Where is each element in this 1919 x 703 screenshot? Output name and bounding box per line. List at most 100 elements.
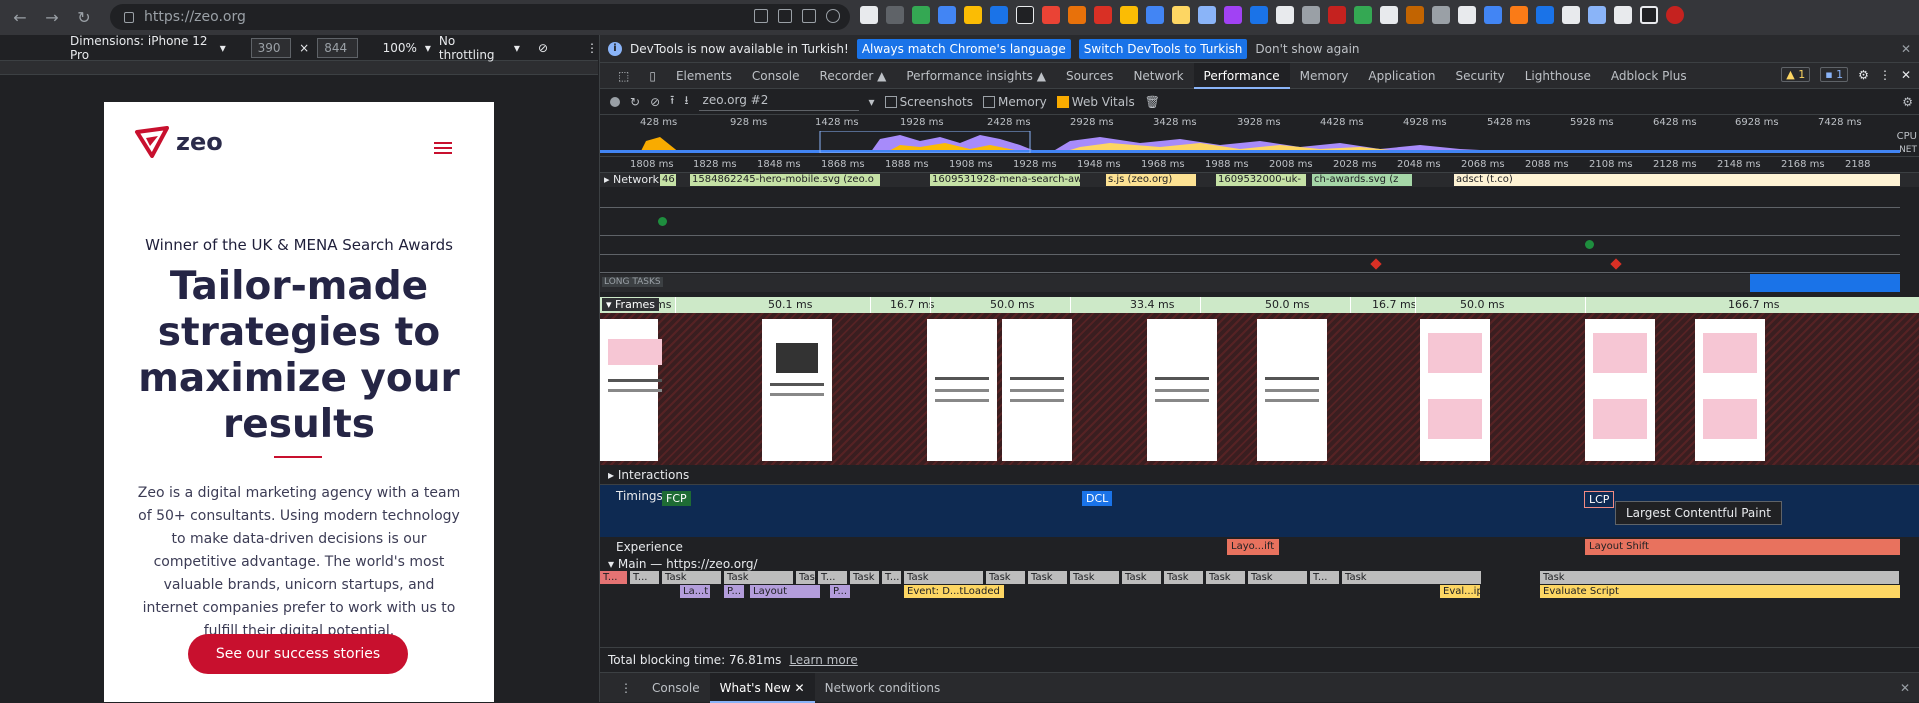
drawer-tab-whats-new[interactable]: What's New ✕ <box>709 672 815 703</box>
inspect-icon[interactable]: ⬚ <box>608 63 639 89</box>
dcl-chip[interactable]: DCL <box>1082 491 1113 506</box>
extension-icon[interactable] <box>912 6 930 24</box>
drawer-menu-icon[interactable]: ⋮ <box>610 673 642 703</box>
tab-sources[interactable]: Sources <box>1056 63 1123 89</box>
extension-icon[interactable] <box>1302 6 1320 24</box>
frame-screenshot[interactable] <box>762 319 832 461</box>
task-bar[interactable]: Task <box>986 571 1026 584</box>
extension-icon[interactable] <box>1458 6 1476 24</box>
paint-event[interactable]: P... <box>724 585 744 598</box>
match-language-button[interactable]: Always match Chrome's language <box>856 38 1071 59</box>
main-thread-header[interactable]: ▾ Main — https://zeo.org/ <box>600 557 1919 571</box>
more-options-icon[interactable]: ⋮ <box>1879 68 1891 82</box>
web-vitals-checkbox[interactable]: Web Vitals <box>1056 95 1135 109</box>
frame-screenshot[interactable] <box>927 319 997 461</box>
menu-icon[interactable] <box>434 142 452 157</box>
close-icon[interactable]: ✕ <box>1901 42 1911 56</box>
clear-icon[interactable]: ⊘ <box>650 95 660 109</box>
layout-shift-marker[interactable] <box>1370 258 1382 270</box>
extension-icon[interactable] <box>1250 6 1268 24</box>
network-request[interactable]: ch-awards.svg (z <box>1312 174 1412 186</box>
task-bar[interactable]: T... <box>882 571 902 584</box>
puzzle-icon[interactable] <box>1614 6 1632 24</box>
bookmark-star-icon[interactable] <box>826 9 840 23</box>
throttling-select[interactable]: No throttling <box>439 34 506 62</box>
paint-event[interactable]: P... <box>830 585 850 598</box>
tab-application[interactable]: Application <box>1358 63 1445 89</box>
upload-icon[interactable]: ⭱ <box>670 91 674 112</box>
profile-select[interactable]: zeo.org #2 <box>698 93 859 111</box>
main-thread-label[interactable]: ▾ Main — https://zeo.org/ <box>608 557 757 571</box>
back-icon[interactable]: ← <box>8 6 32 30</box>
extension-icon[interactable] <box>1562 6 1580 24</box>
height-input[interactable]: 844 <box>317 37 358 58</box>
extension-icon[interactable] <box>886 6 904 24</box>
task-bar[interactable]: Task <box>724 571 794 584</box>
layout-event[interactable]: La...t <box>680 585 710 598</box>
task-bar[interactable]: Task <box>904 571 984 584</box>
extension-icon[interactable] <box>1510 6 1528 24</box>
extension-icon[interactable] <box>1198 6 1216 24</box>
frame-screenshot[interactable] <box>1585 319 1655 461</box>
task-bar[interactable]: Task <box>1122 571 1162 584</box>
extension-icon[interactable] <box>1068 6 1086 24</box>
network-request[interactable]: s.js (zeo.org) <box>1106 174 1196 186</box>
tab-security[interactable]: Security <box>1445 63 1514 89</box>
warnings-badge[interactable]: ▲ 1 <box>1781 67 1811 82</box>
task-bar[interactable]: Task <box>1540 571 1900 584</box>
install-icon[interactable] <box>754 9 768 23</box>
long-task-bar[interactable] <box>1750 274 1900 292</box>
tab-console[interactable]: Console <box>742 63 810 89</box>
switch-language-button[interactable]: Switch DevTools to Turkish <box>1078 38 1248 59</box>
frame-screenshot[interactable] <box>1257 319 1327 461</box>
task-bar[interactable]: Task <box>1342 571 1482 584</box>
task-bar[interactable]: Task <box>796 571 816 584</box>
zoom-select[interactable]: 100% <box>383 41 417 55</box>
extension-icon[interactable] <box>1120 6 1138 24</box>
close-icon[interactable]: ✕ <box>1900 681 1910 695</box>
drawer-tab-console[interactable]: Console <box>642 673 710 703</box>
more-options-icon[interactable]: ⋮ <box>586 41 598 55</box>
tab-performance-insights[interactable]: Performance insights ▲ <box>896 63 1056 89</box>
extension-icon[interactable] <box>1042 6 1060 24</box>
frame-screenshot[interactable] <box>600 319 662 461</box>
tab-recorder[interactable]: Recorder ▲ <box>810 63 897 89</box>
extension-icon[interactable] <box>1016 6 1034 24</box>
extension-icon[interactable] <box>1588 6 1606 24</box>
extension-icon[interactable] <box>1380 6 1398 24</box>
network-request[interactable]: 1584862245-hero-mobile.svg (zeo.o <box>690 174 880 186</box>
extension-icon[interactable] <box>1432 6 1450 24</box>
fcp-chip[interactable]: FCP <box>662 491 691 506</box>
task-bar[interactable]: Task <box>662 571 722 584</box>
tab-lighthouse[interactable]: Lighthouse <box>1515 63 1601 89</box>
zeo-logo[interactable]: zeo <box>134 126 223 158</box>
experience-label[interactable]: Experience <box>616 540 683 554</box>
network-track[interactable]: 46 ▸ Network 1584862245-hero-mobile.svg … <box>600 173 1919 187</box>
interactions-label[interactable]: ▸ Interactions <box>608 468 689 482</box>
network-request[interactable]: 46 <box>660 174 676 186</box>
translate-icon[interactable] <box>778 9 792 23</box>
rotate-icon[interactable]: ⊘ <box>538 41 548 55</box>
memory-checkbox[interactable]: Memory <box>982 95 1047 109</box>
extension-icon[interactable] <box>860 6 878 24</box>
frames-label[interactable]: ▾ Frames <box>602 298 660 311</box>
extension-icon[interactable] <box>1172 6 1190 24</box>
layout-shift-bar[interactable]: Layout Shift <box>1585 539 1900 555</box>
width-input[interactable]: 390 <box>250 37 292 58</box>
messages-badge[interactable]: ▪ 1 <box>1820 67 1849 82</box>
share-icon[interactable] <box>802 9 816 23</box>
extension-icon[interactable] <box>1354 6 1372 24</box>
extension-icon[interactable] <box>964 6 982 24</box>
trash-icon[interactable]: 🗑 <box>1145 95 1160 109</box>
task-bar[interactable]: Task <box>1206 571 1246 584</box>
network-track-label[interactable]: ▸ Network <box>604 173 659 186</box>
address-bar[interactable]: https://zeo.org <box>110 4 850 30</box>
fcp-marker[interactable] <box>658 217 667 226</box>
task-bar[interactable]: T... <box>818 571 848 584</box>
lcp-marker[interactable] <box>1585 240 1594 249</box>
dom-content-loaded-event[interactable]: Event: D...tLoaded <box>904 585 1004 598</box>
task-bar[interactable]: Task <box>1070 571 1120 584</box>
reload-profile-icon[interactable]: ↻ <box>630 95 640 109</box>
device-select[interactable]: Dimensions: iPhone 12 Pro <box>70 34 212 62</box>
reload-icon[interactable]: ↻ <box>72 6 96 30</box>
